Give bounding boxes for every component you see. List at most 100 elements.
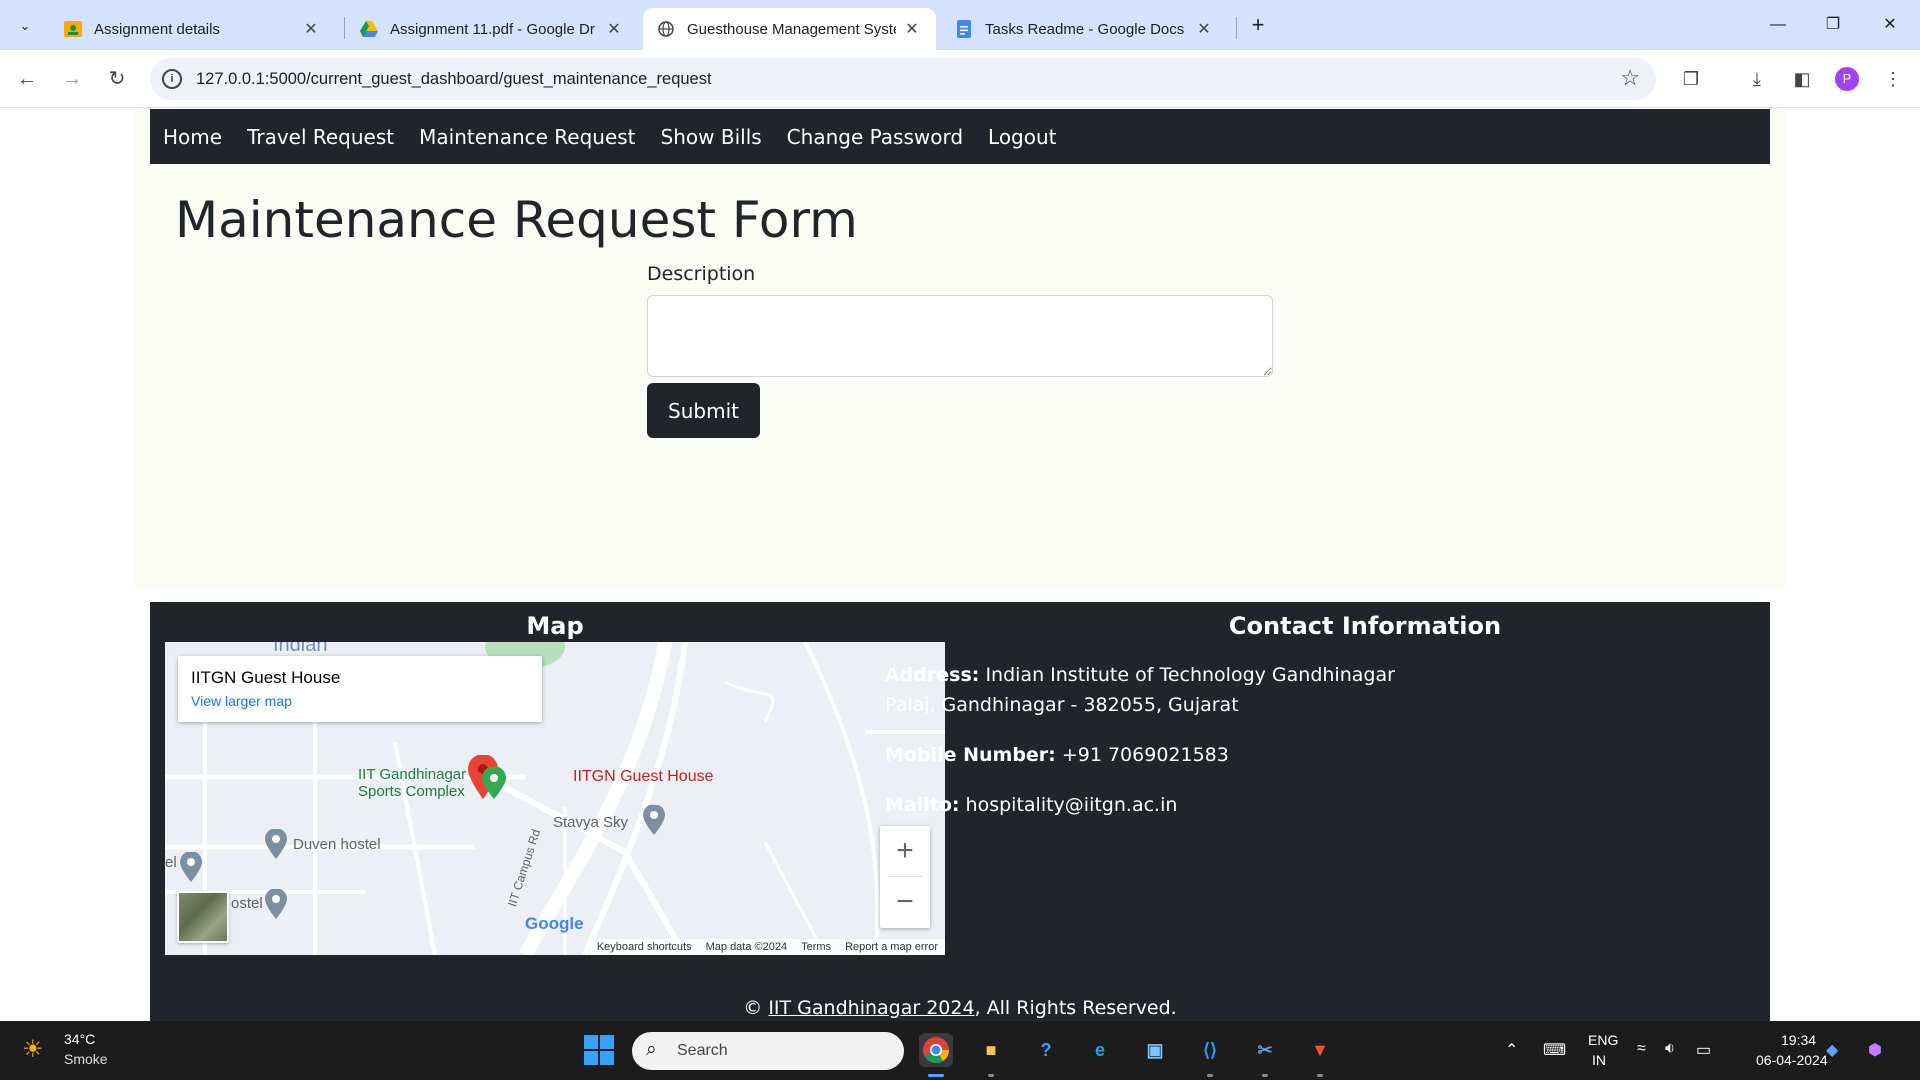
volume-icon[interactable]: 🔉︎ <box>1665 1040 1675 1058</box>
map-marker-green-icon[interactable] <box>482 767 506 799</box>
helper-app-icon[interactable]: ? <box>1029 1033 1063 1067</box>
copyright-symbol: © <box>743 997 763 1019</box>
clock-time[interactable]: 19:34 <box>1781 1032 1816 1048</box>
description-label: Description <box>647 263 756 285</box>
contact-mobile: Mobile Number: +91 7069021583 <box>885 744 1229 766</box>
nav-home[interactable]: Home <box>163 125 222 149</box>
submit-button[interactable]: Submit <box>647 383 760 438</box>
mail-address[interactable]: hospitality@iitgn.ac.in <box>966 794 1178 816</box>
download-icon[interactable]: ⤓ <box>1744 66 1770 92</box>
chrome-icon[interactable] <box>919 1033 953 1067</box>
search-placeholder: Search <box>677 1042 728 1059</box>
window-close-icon[interactable]: ✕ <box>1870 10 1910 40</box>
drive-icon <box>360 20 378 38</box>
extensions-puzzle-icon[interactable]: ❐ <box>1678 66 1704 92</box>
copyright-text: © IIT Gandhinagar 2024, All Rights Reser… <box>150 997 1770 1019</box>
address-label: Address: <box>885 664 980 686</box>
terms-link[interactable]: Terms <box>801 941 831 953</box>
wifi-icon[interactable]: ≈ <box>1637 1040 1646 1058</box>
new-tab-plus-icon[interactable]: + <box>1244 12 1272 40</box>
taskbar-search[interactable]: ⌕ Search <box>632 1032 904 1070</box>
tab-close-icon[interactable]: ✕ <box>604 19 624 39</box>
copilot-icon[interactable]: ⬢ <box>1868 1040 1882 1060</box>
weather-temperature[interactable]: 34°C <box>64 1031 95 1047</box>
side-panel-icon[interactable]: ◧ <box>1789 66 1815 92</box>
tray-overflow-chevron-icon[interactable]: ⌃ <box>1505 1040 1518 1060</box>
tab-title: Assignment details <box>94 20 220 38</box>
map-label-sports-2: Sports Complex <box>358 783 465 800</box>
contact-heading: Contact Information <box>1228 612 1502 640</box>
embedded-map[interactable]: Indian IITGN Guest House View larger map… <box>165 642 945 955</box>
zoom-out-icon[interactable]: − <box>880 877 930 927</box>
keyboard-icon[interactable]: ⌨ <box>1543 1040 1566 1060</box>
windows-start-icon[interactable] <box>584 1035 614 1065</box>
snipping-tool-icon[interactable]: ✂ <box>1248 1033 1282 1067</box>
app-indicator <box>1262 1074 1268 1077</box>
report-map-error-link[interactable]: Report a map error <box>845 941 938 953</box>
tab-tasks-readme[interactable]: Tasks Readme - Google Docs ✕ <box>941 8 1228 50</box>
mobile-label: Mobile Number: <box>885 744 1056 766</box>
zoom-in-icon[interactable]: + <box>880 826 930 876</box>
app-indicator <box>988 1074 994 1077</box>
notification-bell-icon[interactable]: ◆ <box>1826 1040 1838 1060</box>
nav-logout[interactable]: Logout <box>988 125 1056 149</box>
site-info-icon[interactable]: i <box>162 69 182 89</box>
clock-date[interactable]: 06-04-2024 <box>1756 1052 1828 1068</box>
map-marker-gray-icon[interactable] <box>180 852 202 882</box>
copyright-suffix: , All Rights Reserved. <box>974 997 1177 1019</box>
brave-icon[interactable]: ▼ <box>1303 1033 1337 1067</box>
language-primary[interactable]: ENG <box>1588 1032 1618 1048</box>
google-logo: Google <box>525 914 584 933</box>
tab-search-chevron-icon[interactable]: ⌄ <box>11 12 39 40</box>
more-menu-icon[interactable]: ⋮ <box>1880 66 1906 92</box>
tab-divider <box>344 17 345 39</box>
copyright-link[interactable]: IIT Gandhinagar 2024 <box>768 997 974 1019</box>
map-label-el: el <box>165 854 177 871</box>
battery-icon[interactable]: ▭ <box>1696 1040 1711 1060</box>
tab-guesthouse-management[interactable]: Guesthouse Management Syste ✕ <box>643 8 936 50</box>
file-explorer-icon[interactable]: ■ <box>974 1033 1008 1067</box>
satellite-toggle[interactable] <box>177 891 229 943</box>
description-textarea[interactable] <box>647 295 1273 377</box>
weather-haze-icon[interactable]: ☀ <box>22 1035 54 1063</box>
bookmark-star-icon[interactable]: ☆ <box>1620 65 1640 91</box>
url-text: 127.0.0.1:5000/current_guest_dashboard/g… <box>196 70 712 88</box>
web-page: Home Travel Request Maintenance Request … <box>0 109 1920 1021</box>
tab-close-icon[interactable]: ✕ <box>1194 19 1214 39</box>
classroom-icon <box>64 20 82 38</box>
language-region[interactable]: IN <box>1592 1052 1606 1068</box>
map-zoom-controls: + − <box>880 826 930 928</box>
address-line-1: Indian Institute of Technology Gandhinag… <box>985 664 1395 686</box>
tab-title: Guesthouse Management Syste <box>687 20 896 38</box>
address-bar[interactable]: i 127.0.0.1:5000/current_guest_dashboard… <box>150 58 1656 100</box>
map-label-hostel: ostel <box>231 895 263 912</box>
keyboard-shortcuts-link[interactable]: Keyboard shortcuts <box>597 941 692 953</box>
tab-assignment-details[interactable]: Assignment details ✕ <box>50 8 335 50</box>
nav-change-password[interactable]: Change Password <box>787 125 963 149</box>
restore-icon[interactable]: ❐ <box>1813 10 1853 40</box>
store-icon[interactable]: ▣ <box>1138 1033 1172 1067</box>
forward-arrow-icon[interactable]: → <box>57 64 87 94</box>
view-larger-map-link[interactable]: View larger map <box>191 693 292 709</box>
profile-avatar[interactable]: P <box>1835 67 1859 91</box>
map-heading: Map <box>526 612 584 640</box>
search-icon: ⌕ <box>646 1039 657 1060</box>
tab-close-icon[interactable]: ✕ <box>902 19 922 39</box>
vscode-icon[interactable]: ⟨⟩ <box>1193 1033 1227 1067</box>
edge-icon[interactable]: e <box>1083 1033 1117 1067</box>
back-arrow-icon[interactable]: ← <box>12 64 42 94</box>
map-marker-gray-icon[interactable] <box>643 805 665 835</box>
weather-description[interactable]: Smoke <box>64 1051 108 1067</box>
nav-show-bills[interactable]: Show Bills <box>661 125 762 149</box>
map-marker-gray-icon[interactable] <box>265 889 287 919</box>
mail-label: Mailto: <box>885 794 960 816</box>
nav-maintenance-request[interactable]: Maintenance Request <box>419 125 635 149</box>
minimize-icon[interactable]: — <box>1758 10 1798 40</box>
tab-close-icon[interactable]: ✕ <box>301 19 321 39</box>
windows-taskbar: ☀ 34°C Smoke ⌕ Search ■ ? e ▣ ⟨⟩ ✂ ▼ ⌃ ⌨… <box>0 1021 1920 1080</box>
site-footer: Map Contact Information Indian IITGN Gue… <box>150 602 1770 1021</box>
tab-assignment-pdf[interactable]: Assignment 11.pdf - Google Dr ✕ <box>346 8 638 50</box>
nav-travel-request[interactable]: Travel Request <box>247 125 394 149</box>
reload-icon[interactable]: ↻ <box>102 64 132 94</box>
map-marker-gray-icon[interactable] <box>265 829 287 859</box>
